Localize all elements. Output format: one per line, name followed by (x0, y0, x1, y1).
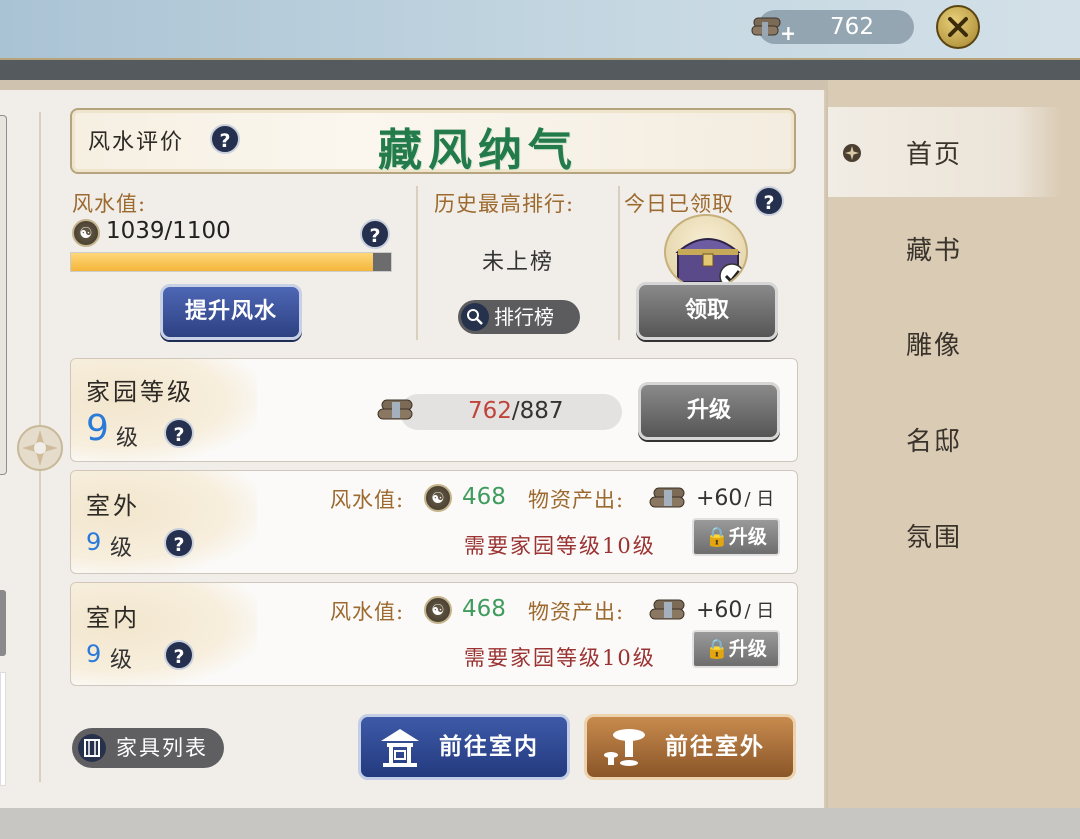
home-level-help-button[interactable]: ? (164, 418, 194, 448)
outdoor-production-label: 物资产出: (528, 488, 625, 512)
indoor-level-unit: 级 (110, 648, 133, 673)
go-outdoor-button[interactable]: 前往室外 (584, 714, 796, 780)
claim-button[interactable]: 领取 (636, 282, 778, 340)
top-bar (0, 0, 1080, 58)
go-indoor-button[interactable]: 前往室内 (358, 714, 570, 780)
indoor-requirement: 需要家园等级10级 (464, 646, 656, 670)
outdoor-production-value: +60/ 日 (696, 485, 774, 511)
indoor-upgrade-button[interactable]: 🔒升级 (692, 630, 780, 668)
home-level-number: 9 (86, 408, 109, 449)
close-icon (948, 17, 968, 37)
fengshui-value: 1039/1100 (106, 218, 231, 244)
ranking-value: 未上榜 (482, 250, 555, 275)
home-exp-sep: / (511, 398, 520, 424)
lock-icon: 🔒 (705, 526, 729, 548)
outdoor-title: 室外 (86, 492, 140, 520)
indoor-production-unit: / 日 (744, 601, 775, 622)
lock-icon: 🔒 (705, 638, 729, 660)
go-outdoor-label: 前往室外 (665, 733, 765, 760)
left-side-tab-light[interactable] (0, 672, 6, 786)
svg-text:+: + (780, 21, 794, 42)
sidebar-item-books[interactable]: 藏书 (828, 203, 1062, 293)
outdoor-level-number: 9 (86, 528, 102, 556)
coin-icon: ☯ (424, 596, 452, 624)
daily-claimed-label: 今日已领取 (624, 192, 734, 216)
coin-icon: ☯ (72, 219, 100, 247)
search-icon (461, 303, 489, 331)
ornament-medallion-icon (17, 425, 63, 471)
indoor-production-amount: +60 (696, 598, 743, 623)
resource-logs-icon (649, 599, 685, 620)
column-divider (618, 186, 620, 340)
ranking-label: 历史最高排行: (434, 192, 575, 216)
sidebar-item-home[interactable]: 首页 (828, 107, 1062, 197)
home-exp-max: 887 (519, 398, 564, 424)
home-upgrade-button[interactable]: 升级 (638, 382, 780, 440)
home-level-unit: 级 (116, 426, 139, 451)
header-band (0, 58, 1080, 80)
outdoor-upgrade-button[interactable]: 🔒升级 (692, 518, 780, 556)
outdoor-upgrade-label: 升级 (728, 526, 767, 548)
home-exp-current: 762 (468, 398, 512, 424)
leaderboard-button[interactable]: 排行榜 (458, 300, 580, 334)
outdoor-requirement: 需要家园等级10级 (464, 534, 656, 558)
fengshui-label: 风水值: (72, 192, 147, 216)
home-level-title: 家园等级 (86, 378, 194, 406)
home-exp-value: 762/887 (468, 398, 564, 424)
table-icon (604, 729, 645, 766)
indoor-production-label: 物资产出: (528, 600, 625, 624)
sidebar-item-atmosphere[interactable]: 氛围 (828, 490, 1062, 580)
indoor-fengshui-value: 468 (462, 596, 506, 622)
daily-help-button[interactable]: ? (754, 186, 784, 216)
coin-icon: ☯ (424, 484, 452, 512)
sidebar-item-mansion[interactable]: 名邸 (828, 394, 1062, 484)
bottom-strip (0, 808, 1080, 839)
selected-indicator-icon (843, 144, 861, 162)
resource-value: 762 (830, 14, 874, 40)
outdoor-fengshui-value: 468 (462, 484, 506, 510)
outdoor-production-amount: +60 (696, 486, 743, 511)
furniture-list-button[interactable]: 家具列表 (72, 728, 224, 768)
rating-help-button[interactable]: ? (210, 124, 240, 154)
sidebar-item-statues[interactable]: 雕像 (828, 298, 1062, 388)
fengshui-progress-bar (70, 252, 392, 272)
indoor-help-button[interactable]: ? (164, 640, 194, 670)
sidebar-item-label: 首页 (906, 139, 963, 170)
indoor-production-value: +60/ 日 (696, 597, 774, 623)
indoor-fengshui-label: 风水值: (330, 600, 405, 624)
fengshui-progress-fill (71, 253, 374, 271)
sidebar-item-label: 名邸 (906, 426, 963, 457)
outdoor-help-button[interactable]: ? (164, 528, 194, 558)
leaderboard-label: 排行榜 (494, 305, 554, 329)
sidebar-item-label: 氛围 (906, 522, 963, 553)
improve-fengshui-button[interactable]: 提升风水 (160, 284, 302, 340)
outdoor-level-unit: 级 (110, 536, 133, 561)
outdoor-production-unit: / 日 (744, 489, 775, 510)
pavilion-icon (381, 729, 419, 767)
treasure-chest-icon (664, 214, 748, 290)
indoor-level-number: 9 (86, 640, 102, 668)
sidebar-item-label: 雕像 (906, 330, 963, 361)
indoor-upgrade-label: 升级 (728, 638, 767, 660)
outdoor-fengshui-label: 风水值: (330, 488, 405, 512)
resource-logs-icon (649, 487, 685, 508)
resource-logs-icon: + (751, 17, 794, 42)
rating-title: 藏风纳气 (378, 125, 578, 176)
column-divider (416, 186, 418, 340)
sidebar-item-label: 藏书 (906, 235, 963, 266)
resource-logs-icon (377, 399, 413, 420)
fengshui-help-button[interactable]: ? (360, 219, 390, 249)
indoor-title: 室内 (86, 604, 140, 632)
book-icon (78, 734, 106, 762)
left-side-tab[interactable] (0, 590, 6, 656)
left-side-panel-edge (0, 115, 7, 475)
go-indoor-label: 前往室内 (439, 733, 539, 760)
furniture-list-label: 家具列表 (116, 736, 208, 760)
close-button[interactable] (936, 5, 980, 49)
rating-label: 风水评价 (88, 130, 185, 155)
